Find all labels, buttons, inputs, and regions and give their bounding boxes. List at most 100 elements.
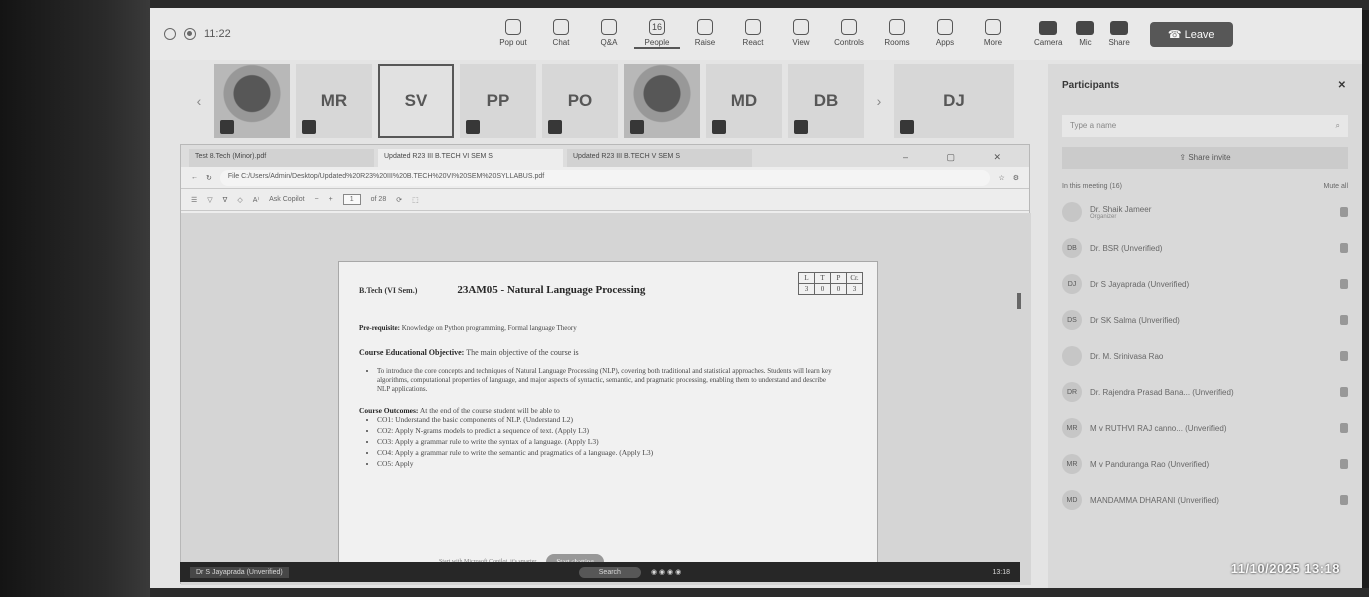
zoom-out-icon[interactable]: − — [315, 196, 319, 203]
participant-tile[interactable]: PO — [542, 64, 618, 138]
draw-icon[interactable]: ∇ — [223, 196, 228, 204]
react-icon — [745, 19, 761, 35]
refresh-icon[interactable]: ↻ — [206, 174, 212, 182]
participant-row[interactable]: DJ Dr S Jayaprada (Unverified) — [1048, 266, 1362, 302]
mic-off-icon — [1340, 495, 1348, 505]
participant-tile[interactable]: DB — [788, 64, 864, 138]
highlight-icon[interactable]: ▽ — [207, 196, 212, 204]
extensions-icon[interactable]: ⚙ — [1013, 174, 1019, 182]
share-invite-button[interactable]: ⇪ Share invite — [1062, 147, 1348, 169]
avatar: DS — [1062, 310, 1082, 330]
participant-row[interactable]: MR M v Panduranga Rao (Unverified) — [1048, 446, 1362, 482]
toolbar-controls-button[interactable]: Controls — [826, 19, 872, 49]
scrollbar-thumb[interactable] — [1017, 293, 1021, 309]
course-outcome-item: CO3: Apply a grammar rule to write the s… — [377, 437, 857, 448]
mic-off-icon — [466, 120, 480, 134]
mic-off-icon — [1340, 387, 1348, 397]
mic-icon — [1076, 21, 1095, 35]
participant-video-strip: ‹ MR SV PP PO MD DB › DJ — [190, 62, 1060, 140]
in-meeting-header[interactable]: In this meeting (16) Mute all — [1048, 169, 1362, 194]
zoom-in-icon[interactable]: + — [329, 196, 333, 203]
mic-button[interactable]: Mic — [1076, 21, 1095, 47]
camera-button[interactable]: Camera — [1034, 21, 1062, 47]
toolbar-chat-button[interactable]: Chat — [538, 19, 584, 49]
toolbar-raise-button[interactable]: Raise — [682, 19, 728, 49]
participant-search-input[interactable]: Type a name ⌕ — [1062, 115, 1348, 137]
participant-tile[interactable]: PP — [460, 64, 536, 138]
mic-off-icon — [1340, 207, 1348, 217]
ask-copilot-button[interactable]: Ask Copilot — [269, 196, 304, 203]
participant-row[interactable]: DS Dr SK Salma (Unverified) — [1048, 302, 1362, 338]
share-invite-icon: ⇪ — [1179, 153, 1189, 162]
avatar: MD — [1062, 490, 1082, 510]
back-icon[interactable]: ← — [191, 174, 198, 181]
participant-row[interactable]: MD MANDAMMA DHARANI (Unverified) — [1048, 482, 1362, 518]
avatar — [1062, 346, 1082, 366]
participant-tile-video[interactable] — [624, 64, 700, 138]
toolbar-pop-out-button[interactable]: Pop out — [490, 19, 536, 49]
participant-row[interactable]: Dr. Shaik Jameer Organizer — [1048, 194, 1362, 230]
tab-v-sem-pdf[interactable]: Updated R23 III B.TECH V SEM S — [567, 149, 752, 167]
more-icon — [985, 19, 1001, 35]
pdf-toolbar: ☰ ▽ ∇ ◇ A⁾ Ask Copilot − + 1 of 28 ⟳ ⬚ — [181, 189, 1029, 211]
chevron-right-icon[interactable]: › — [870, 93, 888, 109]
rooms-icon — [889, 19, 905, 35]
close-icon[interactable]: ✕ — [1338, 80, 1346, 91]
participant-tile[interactable]: MR — [296, 64, 372, 138]
avatar: DB — [1062, 238, 1082, 258]
participant-row[interactable]: MR M v RUTHVI RAJ canno... (Unverified) — [1048, 410, 1362, 446]
chevron-left-icon[interactable]: ‹ — [190, 93, 208, 109]
browser-tabs: Test 8.Tech (Minor).pdf Updated R23 III … — [181, 145, 1029, 167]
leave-button[interactable]: ☎ Leave — [1149, 21, 1233, 47]
photo-bezel-left — [0, 0, 150, 597]
participant-name-text: M v Panduranga Rao (Unverified) — [1090, 459, 1210, 469]
mute-all-button[interactable]: Mute all — [1323, 183, 1348, 190]
participant-row[interactable]: DR Dr. Rajendra Prasad Bana... (Unverifie… — [1048, 374, 1362, 410]
share-screen-icon — [1110, 21, 1129, 35]
toolbar-label: Pop out — [499, 38, 527, 47]
share-button[interactable]: Share — [1108, 21, 1130, 47]
photo-bezel-bottom — [150, 588, 1369, 597]
rotate-icon[interactable]: ⟳ — [396, 196, 402, 204]
taskbar-apps-icon[interactable]: ◉ ◉ ◉ ◉ — [651, 568, 681, 576]
mic-off-icon — [794, 120, 808, 134]
participant-tile-video[interactable] — [214, 64, 290, 138]
participant-name-text: Dr. Shaik Jameer — [1090, 204, 1152, 214]
taskbar-search[interactable]: Search — [578, 566, 641, 578]
toolbar-label: Rooms — [884, 38, 910, 47]
toolbar-rooms-button[interactable]: Rooms — [874, 19, 920, 49]
mic-off-icon — [1340, 423, 1348, 433]
qa-icon — [601, 19, 617, 35]
toolbar-apps-button[interactable]: Apps — [922, 19, 968, 49]
participant-name-text: Dr. Rajendra Prasad Bana... (Unverified) — [1090, 387, 1234, 397]
tab-minor-pdf[interactable]: Test 8.Tech (Minor).pdf — [189, 149, 374, 167]
page-number-input[interactable]: 1 — [342, 194, 361, 205]
toolbar-react-button[interactable]: React — [730, 19, 776, 49]
prerequisite: Pre-requisite: Knowledge on Python progr… — [359, 324, 577, 332]
url-field[interactable]: File C:/Users/Admin/Desktop/Updated%20R2… — [219, 169, 991, 186]
meeting-timer: 11:22 — [204, 28, 231, 40]
erase-icon[interactable]: ◇ — [237, 196, 242, 204]
contents-icon[interactable]: ☰ — [191, 196, 197, 204]
participants-panel: Participants ✕ Type a name ⌕ ⇪ Share invit… — [1048, 64, 1362, 588]
toolbar-people-button[interactable]: 16 People — [634, 19, 680, 49]
window-controls[interactable]: – ▢ ✕ — [893, 148, 1029, 167]
star-icon[interactable]: ☆ — [998, 174, 1004, 182]
page-count: of 28 — [370, 196, 387, 203]
fit-page-icon[interactable]: ⬚ — [412, 196, 419, 204]
toolbar-label: Chat — [552, 38, 570, 47]
hand-icon — [697, 19, 713, 35]
grid-icon — [793, 19, 809, 35]
participant-tile[interactable]: DJ — [894, 64, 1014, 138]
mic-off-icon — [302, 120, 316, 134]
toolbar-more-button[interactable]: More — [970, 19, 1016, 49]
participant-row[interactable]: Dr. M. Srinivasa Rao — [1048, 338, 1362, 374]
tab-vi-sem-pdf[interactable]: Updated R23 III B.TECH VI SEM S — [378, 149, 563, 167]
course-outcome-item: CO1: Understand the basic components of … — [377, 415, 857, 426]
participant-tile-selected[interactable]: SV — [378, 64, 454, 138]
participant-tile[interactable]: MD — [706, 64, 782, 138]
read-aloud-icon[interactable]: A⁾ — [253, 196, 259, 204]
participant-row[interactable]: DB Dr. BSR (Unverified) — [1048, 230, 1362, 266]
toolbar-view-button[interactable]: View — [778, 19, 824, 49]
toolbar-q-a-button[interactable]: Q&A — [586, 19, 632, 49]
